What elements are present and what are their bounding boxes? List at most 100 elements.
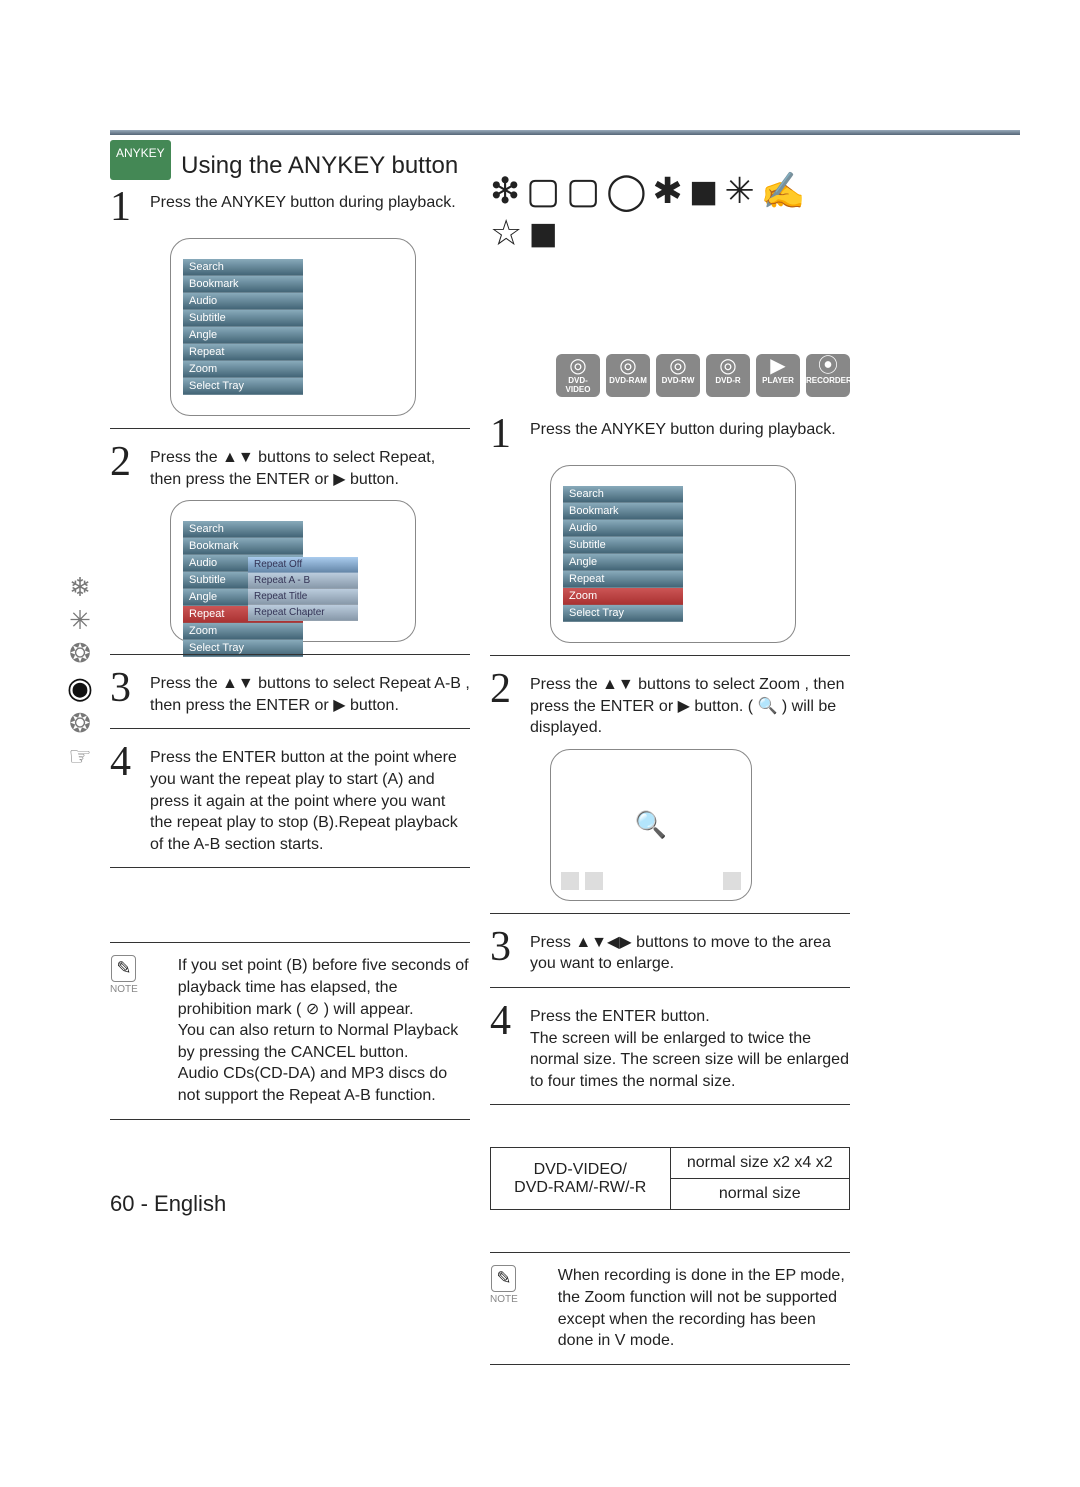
disc-badge: ◎DVD-VIDEO [556, 354, 600, 397]
right-icon: ▶ [678, 698, 690, 715]
step-number: 2 [110, 441, 150, 490]
section-header: ANYKEY Using the ANYKEY button [110, 140, 470, 180]
menu-item: Bookmark [183, 538, 303, 555]
menu-item: Search [183, 259, 303, 276]
disc-badge: ▶PLAYER [756, 354, 800, 397]
disc-badge: ◎DVD-R [706, 354, 750, 397]
note-line: You can also return to Normal Playback b… [178, 1022, 458, 1061]
pencil-icon: ✎ [491, 1265, 516, 1292]
section-title: Using the ANYKEY button [181, 152, 458, 179]
step-text: Press the ANYKEY button during playback. [150, 186, 456, 228]
note-icon: ✎ NOTE [110, 955, 138, 1106]
rec-icon: ⦿ [806, 356, 850, 376]
disc-label: RECORDER [806, 376, 850, 385]
submenu-item: Repeat Chapter [248, 605, 358, 621]
disc-badge: ◎DVD-RAM [606, 354, 650, 397]
disc-icon: ◎ [656, 356, 700, 376]
menu-item: Select Tray [563, 605, 683, 622]
menu-item: Search [563, 486, 683, 503]
magnifier-icon: 🔍 [635, 809, 667, 840]
zoom-size-table: DVD-VIDEO/ DVD-RAM/-RW/-R normal size x2… [490, 1147, 850, 1210]
rule [110, 654, 470, 655]
osd-menu-list: Search Bookmark Audio Subtitle Angle Rep… [183, 259, 303, 395]
right-note: ✎ NOTE When recording is done in the EP … [490, 1265, 850, 1351]
disc-badge: ◎DVD-RW [656, 354, 700, 397]
table-cell: normal size [670, 1179, 850, 1210]
menu-item: Select Tray [183, 378, 303, 395]
rule [490, 1252, 850, 1253]
disc-label: DVD-RW [656, 376, 700, 385]
prohibition-icon: ⊘ [306, 1001, 319, 1018]
osd-menu-1: Search Bookmark Audio Subtitle Angle Rep… [170, 238, 416, 416]
left-step-1: 1 Press the ANYKEY button during playbac… [110, 186, 470, 228]
disc-label: DVD-RAM [606, 376, 650, 385]
rule [110, 867, 470, 868]
tab-icon-flake: ✳ [60, 605, 100, 636]
thumb-square [561, 872, 579, 890]
step-number: 2 [490, 668, 530, 739]
rule [110, 728, 470, 729]
side-tab-icons: ❄ ✳ ❂ ◉ ❂ ☞ [60, 570, 100, 774]
table-cell: DVD-VIDEO/ DVD-RAM/-RW/-R [491, 1148, 671, 1210]
zoom-preview: 🔍 [550, 749, 752, 901]
step-text: Press the ▲▼ buttons to select Repeat A-… [150, 667, 470, 716]
disc-label: DVD-R [706, 376, 750, 385]
step-number: 3 [490, 926, 530, 975]
rule [490, 1104, 850, 1105]
note-label: NOTE [110, 984, 138, 995]
menu-item: Audio [183, 293, 303, 310]
play-icon: ▶ [756, 356, 800, 376]
left-step-3: 3 Press the ▲▼ buttons to select Repeat … [110, 667, 470, 716]
left-note: ✎ NOTE If you set point (B) before five … [110, 955, 470, 1106]
osd-menu-2: Search Bookmark Audio Subtitle Angle Rep… [170, 500, 416, 642]
page-number: 60 - English [110, 1191, 226, 1217]
tab-icon-gear2: ❂ [60, 708, 100, 739]
note-text: When recording is done in the EP mode, t… [518, 1265, 850, 1351]
disc-label: DVD-VIDEO [556, 376, 600, 394]
right-step-1: 1 Press the ANYKEY button during playbac… [490, 413, 850, 455]
menu-item: Audio [563, 520, 683, 537]
magnifier-icon: 🔍 [758, 698, 778, 715]
disc-icon: ◎ [706, 356, 750, 376]
thumb-square [723, 872, 741, 890]
submenu-item: Repeat Title [248, 589, 358, 605]
updown-icon: ▲▼ [602, 676, 634, 693]
menu-item: Bookmark [183, 276, 303, 293]
rule [490, 1364, 850, 1365]
title-symbol-row: ❇▢▢◯✱◼✳✍☆◼ [490, 170, 850, 254]
right-icon: ▶ [333, 697, 345, 714]
anykey-badge: ANYKEY [110, 140, 171, 180]
menu-item: Angle [183, 327, 303, 344]
left-step-4: 4 Press the ENTER button at the point wh… [110, 741, 470, 855]
right-step-2: 2 Press the ▲▼ buttons to select Zoom , … [490, 668, 850, 739]
osd-menu-list: Search Bookmark Audio Subtitle Angle Rep… [563, 486, 683, 622]
tab-icon-hand: ☞ [60, 741, 100, 772]
thumb-square [585, 872, 603, 890]
step-text: Press the ▲▼ buttons to select Zoom , th… [530, 668, 850, 739]
disc-badges: ◎DVD-VIDEO ◎DVD-RAM ◎DVD-RW ◎DVD-R ▶PLAY… [490, 354, 850, 397]
step-text-frag: Press the [150, 449, 222, 466]
osd-menu-zoom: Search Bookmark Audio Subtitle Angle Rep… [550, 465, 796, 643]
menu-item: Zoom [183, 361, 303, 378]
step-text-frag: button. [350, 471, 399, 488]
menu-item: Subtitle [183, 310, 303, 327]
step-number: 1 [110, 186, 150, 228]
step-text-frag: Press the [150, 675, 222, 692]
step-number: 3 [110, 667, 150, 716]
submenu-item: Repeat A - B [248, 573, 358, 589]
step-text: Press the ENTER button. The screen will … [530, 1000, 850, 1092]
submenu-item-selected: Repeat Off [248, 557, 358, 573]
menu-item: Bookmark [563, 503, 683, 520]
arrows-icon: ▲▼◀▶ [575, 934, 631, 951]
rule [110, 942, 470, 943]
note-frag: ) will appear. [324, 1001, 414, 1018]
rule [110, 428, 470, 429]
osd-submenu: Repeat Off Repeat A - B Repeat Title Rep… [248, 557, 358, 621]
note-label: NOTE [490, 1294, 518, 1305]
disc-icon: ◎ [606, 356, 650, 376]
tab-icon-gear1: ❂ [60, 638, 100, 669]
right-step-4: 4 Press the ENTER button. The screen wil… [490, 1000, 850, 1092]
menu-item: Search [183, 521, 303, 538]
rule [110, 1119, 470, 1120]
menu-item: Repeat [563, 571, 683, 588]
